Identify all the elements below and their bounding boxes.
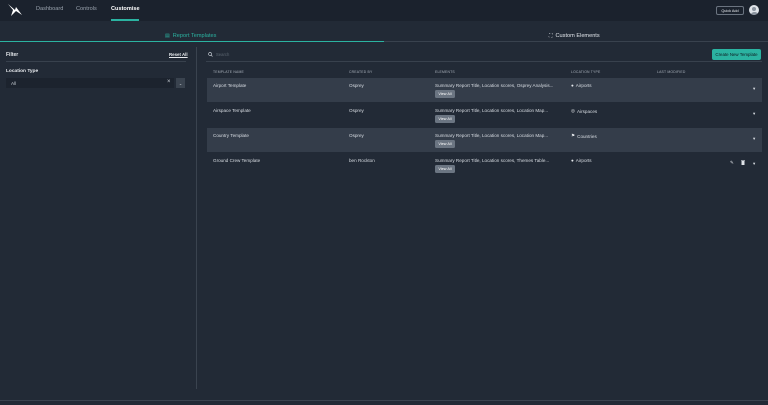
template-name: Ground Crew Template xyxy=(213,158,261,163)
location-type-label: Location Type xyxy=(6,69,39,74)
map-pin-icon: ● xyxy=(571,158,574,163)
chevron-down-icon[interactable]: ▾ xyxy=(753,161,755,167)
elements-summary: Summary Report Title, Location scores, T… xyxy=(435,158,550,163)
airspace-icon: ◎ xyxy=(571,108,576,113)
tab-divider xyxy=(384,41,768,42)
header-last-modified[interactable]: LAST MODIFIED xyxy=(657,70,686,74)
create-new-template-button[interactable]: Create New Template xyxy=(712,49,761,60)
chevron-down-icon[interactable]: ▾ xyxy=(753,86,755,92)
created-by: Osprey xyxy=(349,108,364,113)
dropdown-toggle-button[interactable]: ⌄ xyxy=(176,78,185,88)
location-type-text: Airports xyxy=(575,83,592,88)
view-all-button[interactable]: View All xyxy=(435,115,455,123)
filter-divider xyxy=(6,61,186,62)
nav-customise[interactable]: Customise xyxy=(111,6,140,12)
edit-icon[interactable]: ✎ xyxy=(730,160,734,166)
filter-title: Filter xyxy=(6,52,19,58)
template-name: Country Template xyxy=(213,133,249,138)
header-elements[interactable]: ELEMENTS xyxy=(435,70,455,74)
chevron-down-icon: ⌄ xyxy=(178,80,183,86)
view-all-button[interactable]: View All xyxy=(435,140,455,148)
location-type: ● Airports xyxy=(571,158,592,163)
table-row[interactable]: Ground Crew Template ben Rockton Summary… xyxy=(207,153,762,177)
created-by: Osprey xyxy=(349,83,364,88)
flag-icon: ⚑ xyxy=(571,133,576,138)
osprey-logo-icon[interactable] xyxy=(7,3,23,17)
trash-icon[interactable] xyxy=(741,160,745,165)
search-input[interactable] xyxy=(216,51,416,58)
elements-icon: ⛶ xyxy=(549,33,553,39)
map-pin-icon: ● xyxy=(571,83,574,88)
chevron-down-icon[interactable]: ▾ xyxy=(753,111,755,117)
created-by: ben Rockton xyxy=(349,158,375,163)
elements-summary: Summary Report Title, Location scores, L… xyxy=(435,108,549,113)
table-row[interactable]: Airspace Template Osprey Summary Report … xyxy=(207,103,762,127)
location-type: ⚑ Countries xyxy=(571,133,597,139)
search-icon xyxy=(208,52,213,57)
location-type-select[interactable]: All xyxy=(6,78,174,88)
view-all-button[interactable]: View All xyxy=(435,165,455,173)
tab-custom-elements-label: Custom Elements xyxy=(555,33,600,39)
nav-active-indicator xyxy=(111,19,139,21)
clear-icon[interactable]: × xyxy=(167,79,171,85)
nav-controls[interactable]: Controls xyxy=(76,6,97,12)
location-type-text: Airspaces xyxy=(577,108,598,114)
footer-divider xyxy=(0,400,768,401)
active-tab-indicator xyxy=(0,41,384,42)
top-navigation: Dashboard Controls Customise Quick Add xyxy=(0,0,768,21)
table-row[interactable]: Country Template Osprey Summary Report T… xyxy=(207,128,762,152)
quick-add-button[interactable]: Quick Add xyxy=(716,6,744,15)
header-created-by[interactable]: CREATED BY xyxy=(349,70,372,74)
view-all-button[interactable]: View All xyxy=(435,90,455,98)
template-name: Airspace Template xyxy=(213,108,251,113)
search-underline xyxy=(206,61,762,62)
location-type: ● Airports xyxy=(571,83,592,88)
reset-all-link[interactable]: Reset All xyxy=(169,52,188,57)
sidebar-divider xyxy=(196,47,197,389)
location-type-text: Airports xyxy=(575,158,592,163)
elements-summary: Summary Report Title, Location scores, L… xyxy=(435,133,549,138)
location-type-value: All xyxy=(11,80,17,86)
user-avatar[interactable] xyxy=(749,5,759,15)
location-type: ◎ Airspaces xyxy=(571,108,597,114)
elements-summary: Summary Report Title, Location scores, O… xyxy=(435,83,554,88)
location-type-text: Countries xyxy=(577,133,597,139)
tab-report-templates-label: Report Templates xyxy=(172,33,217,39)
nav-dashboard[interactable]: Dashboard xyxy=(36,6,63,12)
header-location-type[interactable]: LOCATION TYPE xyxy=(571,70,600,74)
template-grid-icon: ▤ xyxy=(165,33,170,39)
created-by: Osprey xyxy=(349,133,364,138)
template-name: Airport Template xyxy=(213,83,247,88)
header-template-name[interactable]: TEMPLATE NAME xyxy=(213,70,244,74)
chevron-down-icon[interactable]: ▾ xyxy=(753,136,755,142)
table-row[interactable]: Airport Template Osprey Summary Report T… xyxy=(207,78,762,102)
